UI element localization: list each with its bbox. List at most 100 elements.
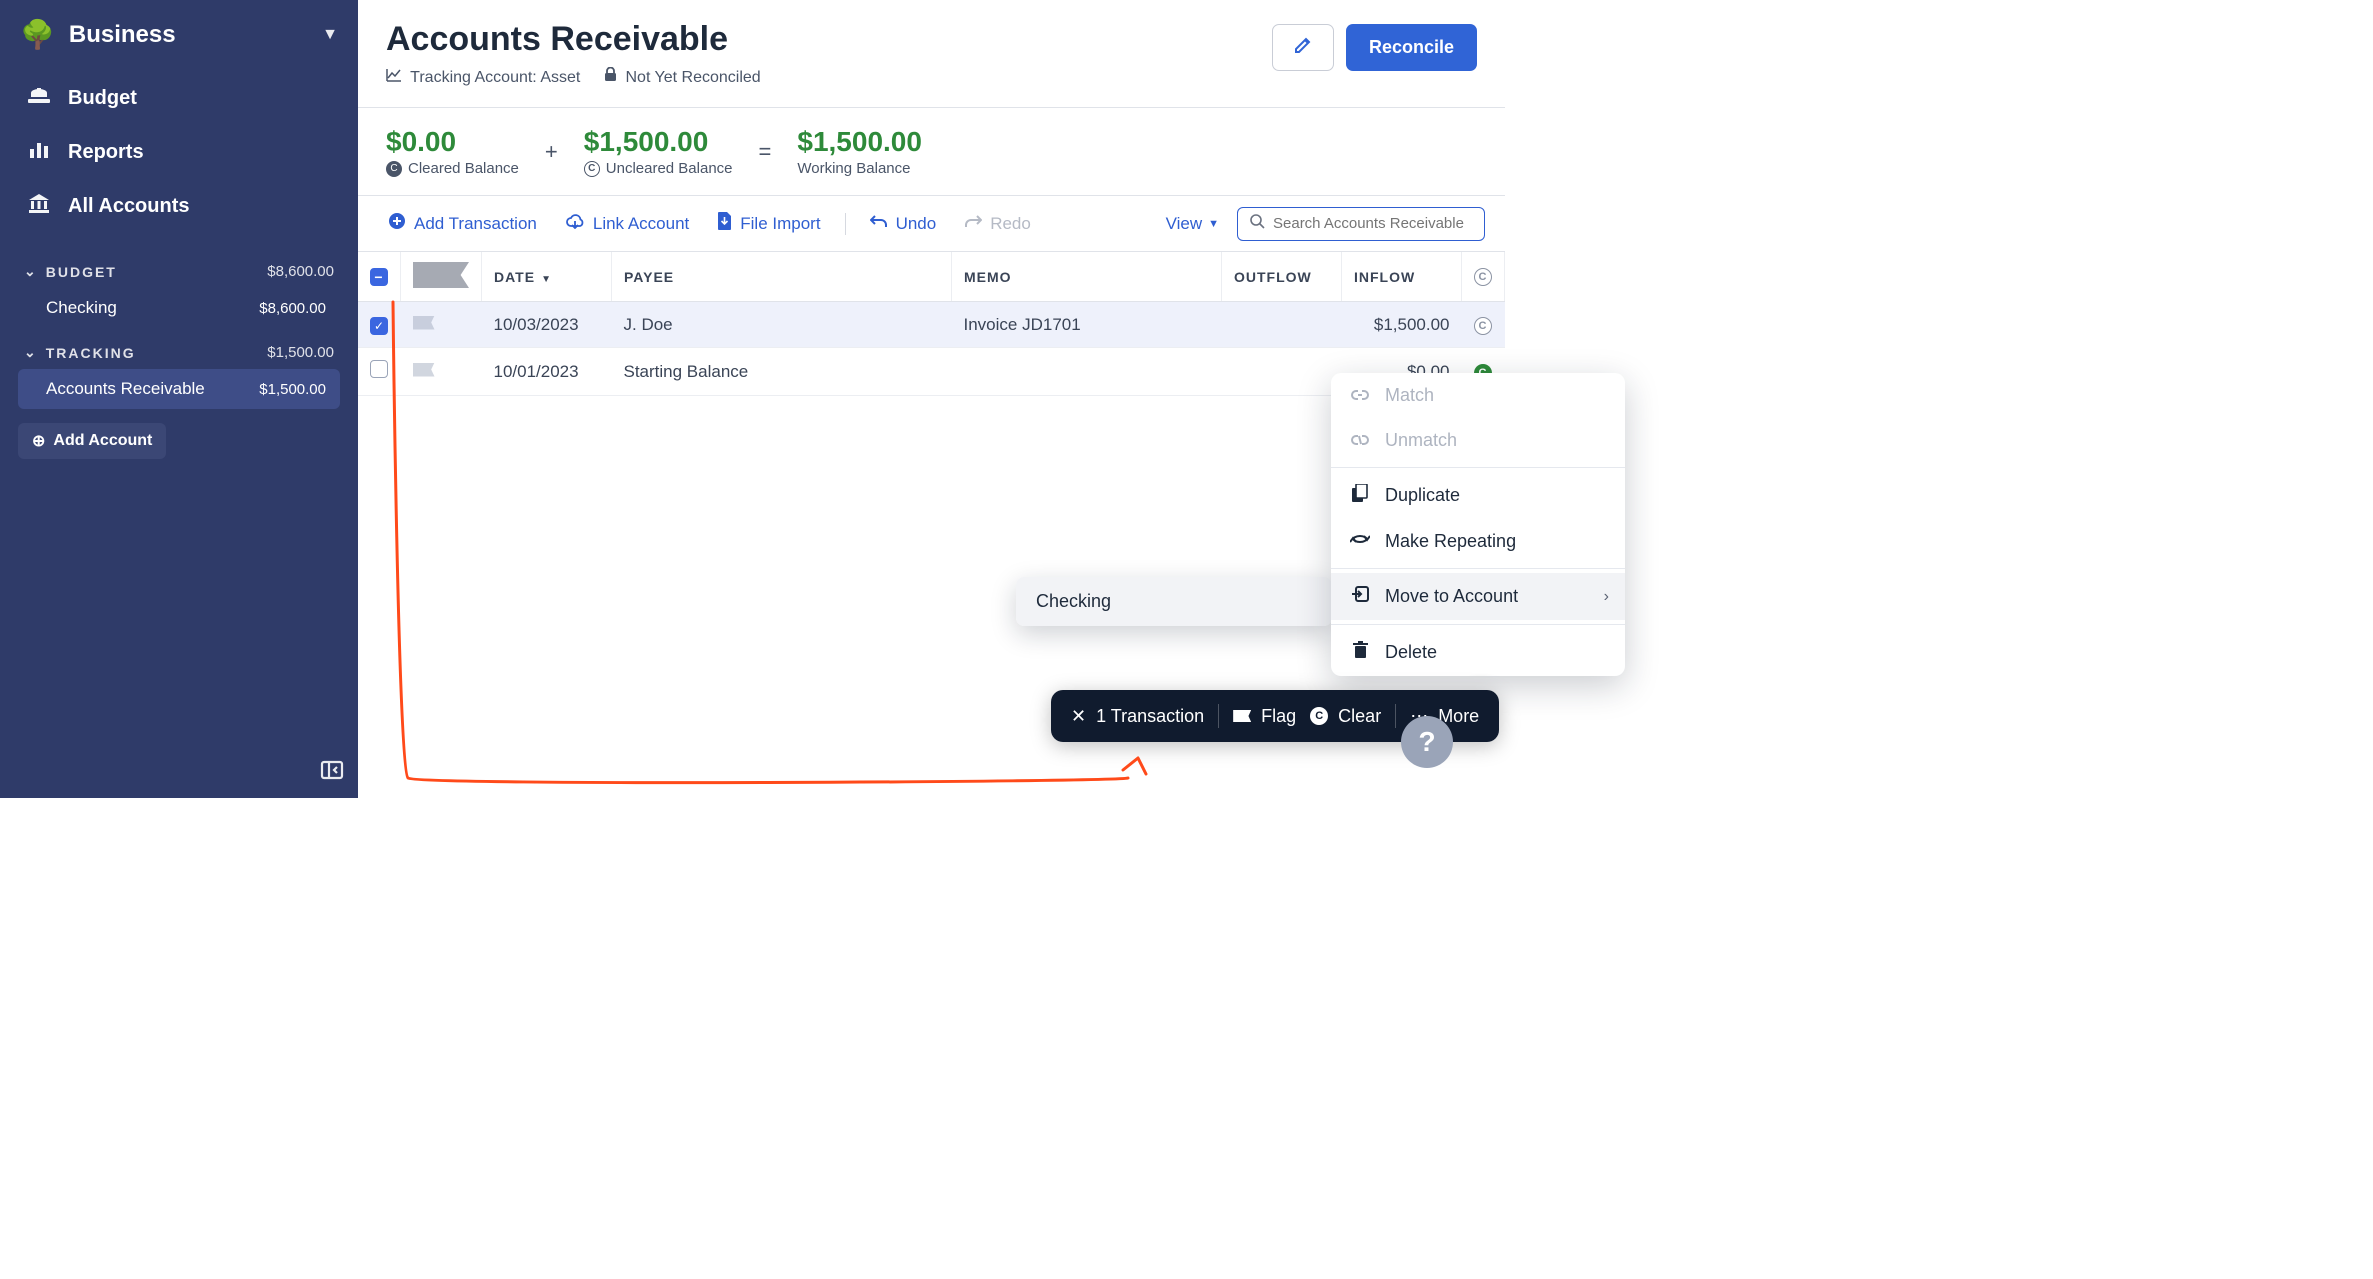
link-icon bbox=[1349, 386, 1371, 406]
flag-icon[interactable] bbox=[413, 363, 435, 377]
column-inflow[interactable]: INFLOW bbox=[1342, 252, 1462, 302]
column-memo[interactable]: MEMO bbox=[952, 252, 1222, 302]
sort-desc-icon: ▼ bbox=[541, 274, 552, 285]
cell-memo: Invoice JD1701 bbox=[952, 302, 1222, 348]
nav-all-accounts-label: All Accounts bbox=[68, 195, 190, 218]
cell-memo bbox=[952, 348, 1222, 396]
flag-icon[interactable] bbox=[413, 316, 435, 330]
unlink-icon bbox=[1349, 431, 1371, 451]
cleared-balance-label: Cleared Balance bbox=[408, 160, 519, 177]
cell-inflow: $1,500.00 bbox=[1342, 302, 1462, 348]
cloud-link-icon bbox=[565, 213, 585, 234]
clear-circle-icon: C bbox=[1310, 707, 1328, 725]
column-date[interactable]: DATE▼ bbox=[482, 252, 612, 302]
nav-reports-label: Reports bbox=[68, 141, 144, 164]
column-payee[interactable]: PAYEE bbox=[612, 252, 952, 302]
workspace-switcher[interactable]: 🌳 Business ▼ bbox=[0, 0, 358, 61]
flag-column-icon bbox=[413, 262, 469, 288]
edit-account-button[interactable] bbox=[1272, 24, 1334, 71]
close-selection-button[interactable]: ✕ 1 Transaction bbox=[1071, 706, 1204, 727]
pencil-icon bbox=[1293, 39, 1313, 59]
flag-icon bbox=[1233, 710, 1251, 722]
chart-line-icon bbox=[386, 69, 406, 86]
balance-summary: $0.00 CCleared Balance + $1,500.00 CUncl… bbox=[358, 107, 1505, 196]
search-box[interactable] bbox=[1237, 207, 1485, 241]
cell-outflow bbox=[1222, 302, 1342, 348]
search-input[interactable] bbox=[1273, 215, 1472, 232]
caret-down-icon: ▼ bbox=[322, 26, 338, 44]
section-budget-header[interactable]: ⌄ BUDGET $8,600.00 bbox=[18, 255, 340, 288]
section-tracking-header[interactable]: ⌄ TRACKING $1,500.00 bbox=[18, 336, 340, 369]
undo-button[interactable]: Undo bbox=[860, 207, 947, 240]
cleared-toggle[interactable]: C bbox=[1474, 317, 1492, 335]
select-all-checkbox[interactable]: − bbox=[370, 268, 388, 286]
file-import-button[interactable]: File Import bbox=[707, 206, 830, 241]
row-checkbox[interactable]: ✓ bbox=[370, 317, 388, 335]
search-icon bbox=[1250, 214, 1265, 234]
flag-button[interactable]: Flag bbox=[1233, 706, 1296, 727]
undo-icon bbox=[870, 213, 888, 234]
bank-icon bbox=[26, 193, 52, 219]
column-outflow[interactable]: OUTFLOW bbox=[1222, 252, 1342, 302]
plus-circle-icon bbox=[388, 212, 406, 235]
menu-move-to-account[interactable]: Move to Account › bbox=[1331, 573, 1625, 620]
collapse-sidebar-button[interactable] bbox=[320, 758, 344, 788]
reconcile-status-label: Not Yet Reconciled bbox=[604, 67, 760, 87]
account-name: Checking bbox=[46, 298, 259, 318]
add-account-label: Add Account bbox=[53, 432, 152, 450]
help-button[interactable]: ? bbox=[1401, 716, 1453, 768]
sidebar-account-checking[interactable]: Checking $8,600.00 bbox=[18, 288, 340, 328]
nav-reports[interactable]: Reports bbox=[0, 125, 358, 179]
menu-delete[interactable]: Delete bbox=[1331, 629, 1625, 676]
sidebar-account-accounts-receivable[interactable]: Accounts Receivable $1,500.00 bbox=[18, 369, 340, 409]
link-account-button[interactable]: Link Account bbox=[555, 207, 699, 240]
table-row[interactable]: ✓ 10/03/2023 J. Doe Invoice JD1701 $1,50… bbox=[358, 302, 1505, 348]
cell-payee: J. Doe bbox=[612, 302, 952, 348]
working-balance-value: $1,500.00 bbox=[797, 126, 922, 158]
account-balance: $1,500.00 bbox=[259, 381, 326, 398]
working-balance-label: Working Balance bbox=[797, 160, 910, 177]
menu-unmatch: Unmatch bbox=[1331, 418, 1625, 463]
file-import-icon bbox=[717, 212, 732, 235]
nav-budget-label: Budget bbox=[68, 87, 137, 110]
row-checkbox[interactable] bbox=[370, 360, 388, 378]
account-name: Accounts Receivable bbox=[46, 379, 259, 399]
account-type-label: Tracking Account: Asset bbox=[386, 68, 580, 87]
menu-match: Match bbox=[1331, 373, 1625, 418]
uncleared-balance-value: $1,500.00 bbox=[584, 126, 733, 158]
reports-icon bbox=[26, 139, 52, 165]
budget-icon bbox=[26, 85, 52, 111]
add-transaction-button[interactable]: Add Transaction bbox=[378, 206, 547, 241]
menu-duplicate[interactable]: Duplicate bbox=[1331, 472, 1625, 519]
cell-date: 10/03/2023 bbox=[482, 302, 612, 348]
page-title: Accounts Receivable bbox=[386, 20, 1252, 59]
cleared-icon: C bbox=[386, 161, 402, 177]
more-context-menu: Match Unmatch Duplicate Make Repeating bbox=[1331, 373, 1625, 676]
workspace-name: Business bbox=[69, 21, 308, 49]
lock-icon bbox=[604, 69, 621, 86]
reconcile-button[interactable]: Reconcile bbox=[1346, 24, 1477, 71]
clear-button[interactable]: C Clear bbox=[1310, 706, 1381, 727]
section-tracking-total: $1,500.00 bbox=[267, 344, 334, 361]
menu-make-repeating[interactable]: Make Repeating bbox=[1331, 519, 1625, 564]
plus-operator: + bbox=[541, 139, 562, 165]
cleared-column-icon: C bbox=[1474, 268, 1492, 286]
move-to-account-submenu: Checking bbox=[1016, 577, 1332, 626]
cell-date: 10/01/2023 bbox=[482, 348, 612, 396]
equals-operator: = bbox=[755, 139, 776, 165]
submenu-option-checking[interactable]: Checking bbox=[1016, 577, 1332, 626]
nav-all-accounts[interactable]: All Accounts bbox=[0, 179, 358, 233]
chevron-down-icon: ⌄ bbox=[24, 263, 38, 280]
nav-budget[interactable]: Budget bbox=[0, 71, 358, 125]
cleared-balance-value: $0.00 bbox=[386, 126, 519, 158]
plus-circle-icon: ⊕ bbox=[32, 431, 45, 451]
chevron-down-icon: ⌄ bbox=[24, 344, 38, 361]
move-icon bbox=[1349, 585, 1371, 608]
trash-icon bbox=[1349, 641, 1371, 664]
chevron-right-icon: › bbox=[1604, 588, 1609, 606]
close-icon: ✕ bbox=[1071, 706, 1086, 727]
cell-payee: Starting Balance bbox=[612, 348, 952, 396]
view-menu-button[interactable]: View ▼ bbox=[1156, 208, 1229, 240]
uncleared-balance-label: Uncleared Balance bbox=[606, 160, 733, 177]
add-account-button[interactable]: ⊕ Add Account bbox=[18, 423, 166, 459]
